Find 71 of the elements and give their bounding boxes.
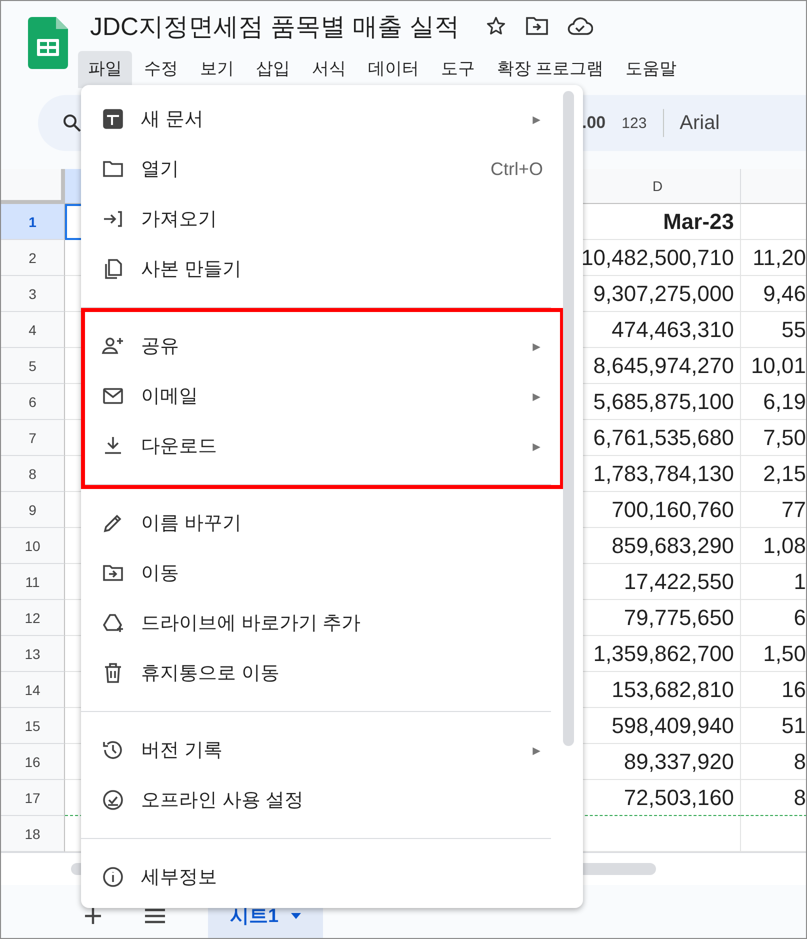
row-header[interactable]: 7 xyxy=(1,420,65,456)
folder-arrow-icon[interactable] xyxy=(525,16,550,36)
menu-bar-item[interactable]: 데이터 xyxy=(358,51,429,88)
menu-bar-item[interactable]: 파일 xyxy=(78,51,132,88)
menu-bar-item[interactable]: 도움말 xyxy=(616,51,687,88)
table-cell: 8 xyxy=(741,744,806,780)
row-header[interactable]: 9 xyxy=(1,492,65,528)
menu-bar-item[interactable]: 삽입 xyxy=(246,51,300,88)
font-dropdown[interactable]: Arial xyxy=(680,112,720,134)
menu-item[interactable]: 공유 ► xyxy=(85,321,560,371)
row-header[interactable]: 14 xyxy=(1,672,65,708)
sheets-logo-icon[interactable] xyxy=(28,17,68,69)
row-header[interactable]: 8 xyxy=(1,456,65,492)
menu-bar-item[interactable]: 확장 프로그램 xyxy=(487,51,614,88)
table-cell: 6 xyxy=(741,600,806,636)
row-header[interactable]: 16 xyxy=(1,744,65,780)
row-header[interactable]: 10 xyxy=(1,528,65,564)
scrollbar-thumb[interactable] xyxy=(563,91,574,746)
add-icon[interactable] xyxy=(83,906,103,926)
offline-check-icon xyxy=(101,788,125,812)
row-header[interactable]: 6 xyxy=(1,384,65,420)
table-cell: 51 xyxy=(741,708,806,744)
row-header[interactable]: 18 xyxy=(1,816,65,852)
caret-icon xyxy=(290,913,301,919)
document-title[interactable]: JDC지정면세점 품목별 매출 실적 xyxy=(90,10,460,42)
row-header[interactable]: 17 xyxy=(1,780,65,816)
table-cell: 7,50 xyxy=(741,420,806,456)
table-cell: 6,19 xyxy=(741,384,806,420)
table-cell: 11,20 xyxy=(741,240,806,276)
row-header[interactable]: 11 xyxy=(1,564,65,600)
table-cell: 8 xyxy=(741,780,806,816)
search-icon[interactable] xyxy=(62,113,82,133)
row-header[interactable]: 2 xyxy=(1,240,65,276)
row-header[interactable]: 12 xyxy=(1,600,65,636)
menu-item[interactable]: 이메일 ► xyxy=(85,371,560,421)
table-cell: 9,46 xyxy=(741,276,806,312)
menu-item[interactable]: 새 문서 ► xyxy=(81,94,583,144)
menu-bar-item[interactable]: 서식 xyxy=(302,51,356,88)
menu-icon[interactable] xyxy=(144,907,166,925)
table-cell: 2,15 xyxy=(741,456,806,492)
menu-bar-item[interactable]: 수정 xyxy=(134,51,188,88)
row-header[interactable]: 5 xyxy=(1,348,65,384)
table-cell: 1,50 xyxy=(741,636,806,672)
drive-plus-icon xyxy=(101,611,125,635)
menu-bar-item[interactable]: 도구 xyxy=(431,51,485,88)
menu-bar-item[interactable]: 보기 xyxy=(190,51,244,88)
submenu-arrow: ► xyxy=(530,338,543,354)
cloud-check-icon[interactable] xyxy=(567,16,594,36)
row-header[interactable]: 4 xyxy=(1,312,65,348)
star-icon[interactable] xyxy=(485,15,508,37)
table-cell: 77 xyxy=(741,492,806,528)
submenu-arrow: ► xyxy=(530,742,543,758)
increase-decimal-button[interactable]: .00 xyxy=(582,113,606,133)
number-format-button[interactable]: 123 xyxy=(622,114,647,132)
menu-item[interactable]: 세부정보 xyxy=(81,852,583,902)
row-header[interactable]: 13 xyxy=(1,636,65,672)
table-cell: 55 xyxy=(741,312,806,348)
history-icon xyxy=(101,738,125,762)
table-cell: 16 xyxy=(741,672,806,708)
table-cell: 1 xyxy=(741,564,806,600)
info-icon xyxy=(101,865,125,889)
plus-square-icon xyxy=(101,107,125,131)
menu-item[interactable]: 다운로드 ► xyxy=(85,421,560,471)
table-cell: 10,01 xyxy=(741,348,806,384)
row-header[interactable]: 1 xyxy=(1,204,65,240)
submenu-arrow: ► xyxy=(530,112,543,126)
row-header[interactable]: 3 xyxy=(1,276,65,312)
submenu-arrow: ► xyxy=(530,388,543,404)
submenu-arrow: ► xyxy=(530,438,543,454)
row-header[interactable]: 15 xyxy=(1,708,65,744)
table-cell: 1,08 xyxy=(741,528,806,564)
